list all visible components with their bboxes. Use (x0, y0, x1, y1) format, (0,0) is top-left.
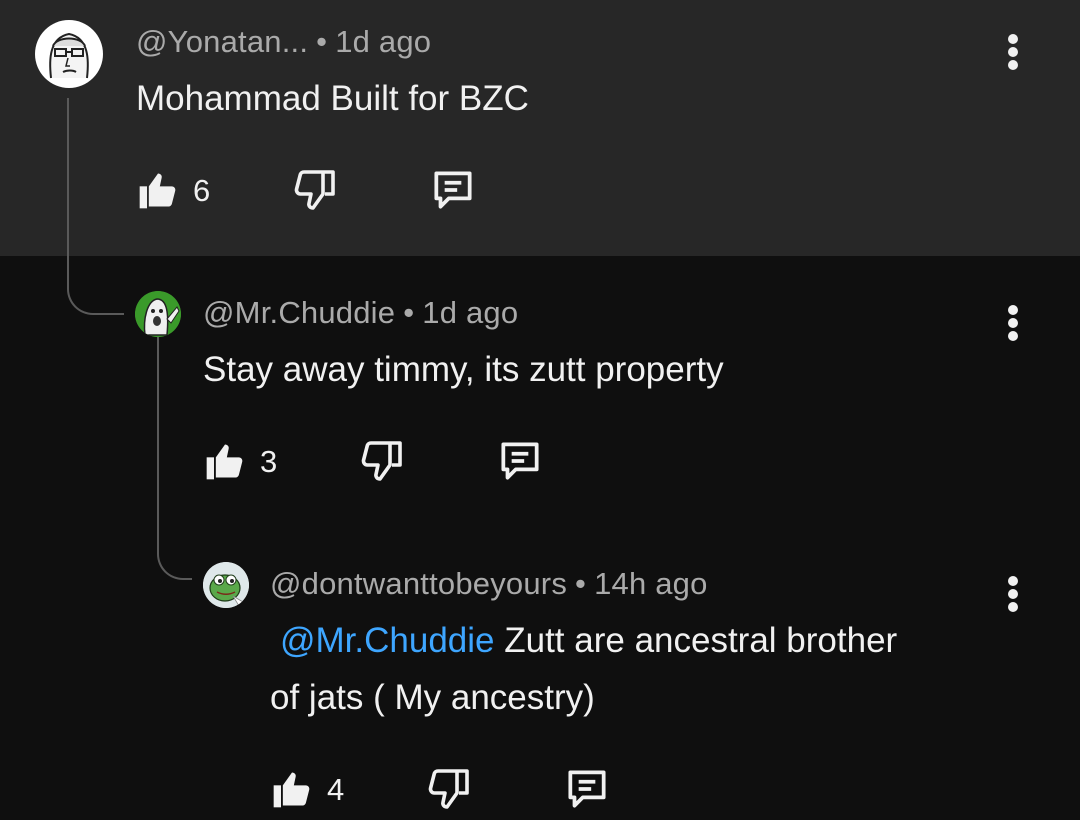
comment-actions: 3 (203, 433, 603, 489)
avatar[interactable] (135, 291, 181, 337)
avatar[interactable] (35, 20, 103, 88)
timestamp: 14h ago (594, 566, 708, 601)
comment-text: Stay away timmy, its zutt property (203, 350, 724, 389)
like-count: 4 (327, 772, 345, 807)
timestamp: 1d ago (335, 24, 432, 59)
like-button[interactable]: 3 (203, 433, 293, 489)
timestamp: 1d ago (422, 295, 519, 330)
comment-actions: 4 (270, 761, 670, 817)
comment-text: Mohammad Built for BZC (136, 79, 529, 118)
reply-icon (568, 770, 606, 808)
reply-button[interactable] (495, 433, 551, 489)
thumbs-up-icon (206, 444, 243, 480)
thumbs-up-icon (139, 173, 176, 209)
reply-button[interactable] (562, 761, 618, 817)
reply-icon (501, 442, 539, 480)
like-count: 3 (260, 444, 278, 479)
mention-link[interactable]: @Mr.Chuddie (280, 621, 495, 660)
comment-meta: @Mr.Chuddie • 1d ago (203, 295, 518, 331)
dislike-button[interactable] (425, 761, 481, 817)
thumbs-up-icon (273, 772, 310, 808)
like-count: 6 (193, 173, 211, 208)
more-options-button[interactable] (993, 22, 1033, 82)
more-options-button[interactable] (993, 293, 1033, 353)
author-name[interactable]: @dontwanttobeyours (270, 566, 567, 601)
comment-meta: @dontwanttobeyours • 14h ago (270, 566, 708, 602)
separator-dot: • (575, 566, 587, 601)
author-name[interactable]: @Yonatan... (136, 24, 308, 59)
like-button[interactable]: 6 (136, 162, 226, 218)
comments-thread: @Yonatan... • 1d ago Mohammad Built for BZ… (0, 0, 1080, 820)
author-name[interactable]: @Mr.Chuddie (203, 295, 395, 330)
dislike-button[interactable] (358, 433, 414, 489)
thumbs-down-icon (294, 170, 335, 210)
thread-connector (157, 322, 192, 580)
more-options-button[interactable] (993, 564, 1033, 624)
separator-dot: • (403, 295, 415, 330)
thread-connector (67, 98, 124, 315)
comment-text: @Mr.Chuddie Zutt are ancestral brother o… (270, 612, 897, 726)
comment-meta: @Yonatan... • 1d ago (136, 24, 431, 60)
like-button[interactable]: 4 (270, 761, 360, 817)
comment-text-line: Zutt are ancestral brother (494, 621, 898, 660)
dislike-button[interactable] (291, 162, 347, 218)
separator-dot: • (316, 24, 328, 59)
avatar[interactable] (203, 562, 249, 608)
comment-actions: 6 (136, 162, 536, 218)
thumbs-down-icon (361, 441, 402, 481)
reply-icon (434, 171, 472, 209)
thumbs-down-icon (428, 769, 469, 809)
reply-button[interactable] (428, 162, 484, 218)
comment-text-line: of jats ( My ancestry) (270, 678, 595, 717)
